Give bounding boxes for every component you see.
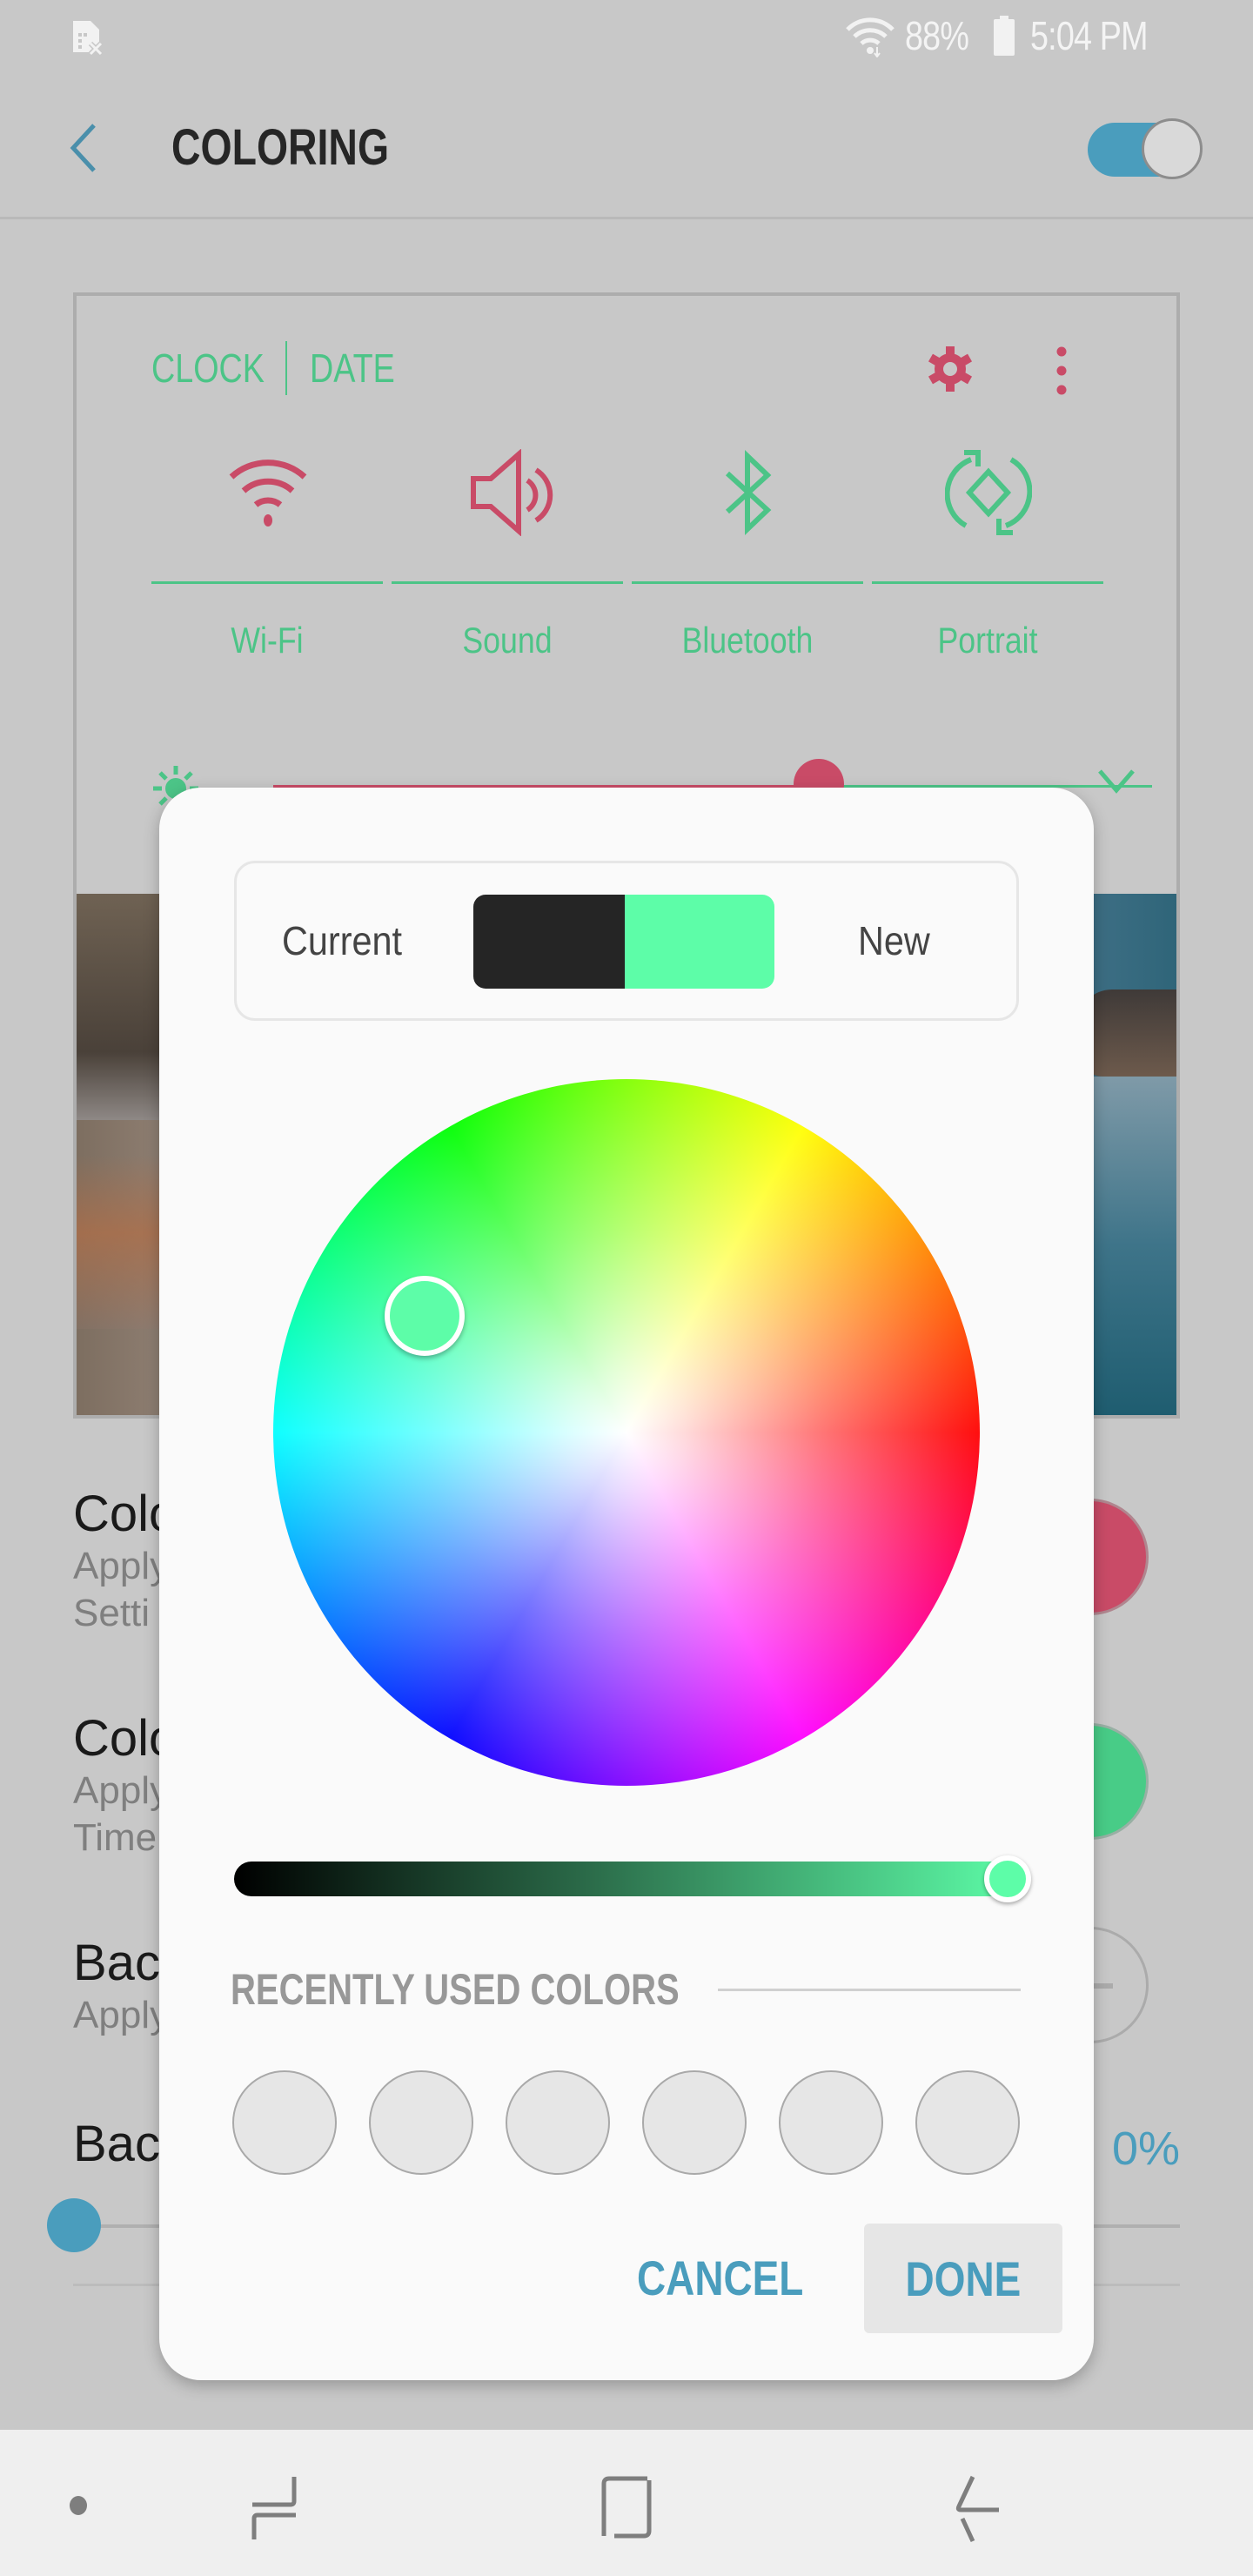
back-arrow-icon[interactable]	[64, 120, 99, 176]
tab-separator	[285, 341, 287, 395]
header-divider	[0, 217, 1253, 219]
quick-tile-label: Bluetooth	[681, 620, 814, 661]
recent-color-swatch[interactable]	[506, 2070, 610, 2175]
rotate-icon	[945, 450, 1032, 535]
battery-icon	[994, 16, 1015, 56]
quick-tile-label: Wi-Fi	[231, 620, 304, 661]
current-color-swatch	[473, 895, 625, 989]
recent-color-swatch[interactable]	[369, 2070, 473, 2175]
new-label: New	[858, 918, 930, 963]
dot-icon[interactable]	[70, 2496, 87, 2515]
page-title: COLORING	[171, 119, 390, 176]
wifi-icon	[846, 17, 895, 57]
new-color-swatch	[625, 895, 774, 989]
tile-underline	[392, 581, 623, 584]
recent-color-swatch[interactable]	[779, 2070, 883, 2175]
quick-tile-portrait: Portrait	[872, 450, 1103, 679]
navigation-bar	[0, 2430, 1253, 2576]
recent-colors-divider	[718, 1989, 1021, 1991]
preview-tab-clock: CLOCK	[151, 345, 265, 391]
quick-tile-bluetooth: Bluetooth	[632, 449, 863, 679]
expand-icon	[1098, 769, 1135, 794]
color-wheel[interactable]	[273, 1079, 980, 1786]
toggle-thumb	[1142, 118, 1203, 179]
wifi-icon	[229, 460, 307, 527]
back-icon[interactable]	[950, 2473, 1002, 2543]
quick-tile-sound: Sound	[392, 449, 623, 679]
battery-percent: 88%	[905, 13, 969, 58]
current-label: Current	[282, 918, 403, 963]
home-icon[interactable]	[600, 2475, 653, 2539]
tile-underline	[872, 581, 1103, 584]
done-button-label: DONE	[905, 2251, 1022, 2306]
status-bar: 88% 5:04 PM	[0, 0, 1253, 75]
recent-color-swatch[interactable]	[232, 2070, 337, 2175]
quick-tile-label: Sound	[462, 620, 553, 661]
speaker-icon	[471, 449, 553, 536]
cancel-button-label: CANCEL	[637, 2250, 804, 2305]
quick-tile-wifi: Wi-Fi	[151, 453, 383, 679]
app-header: COLORING	[0, 75, 1253, 218]
recent-colors-label: RECENTLY USED COLORS	[231, 1965, 680, 2014]
color-compare-box: Current New	[234, 861, 1019, 1021]
transparency-value: 0%	[1111, 2123, 1180, 2175]
recent-color-swatch[interactable]	[642, 2070, 747, 2175]
brightness-slider-thumb[interactable]	[984, 1855, 1031, 1902]
color-picker-dialog: Current New RECENTLY USED COLORS CANCEL …	[159, 788, 1094, 2380]
tile-underline	[151, 581, 383, 584]
done-button[interactable]: DONE	[864, 2224, 1062, 2333]
transparency-slider-thumb[interactable]	[47, 2198, 101, 2252]
clock-time: 5:04 PM	[1030, 13, 1149, 58]
quick-tile-label: Portrait	[937, 620, 1038, 661]
more-vert-icon	[1056, 346, 1067, 395]
master-toggle[interactable]	[1088, 118, 1204, 181]
gear-icon	[928, 346, 973, 392]
bluetooth-icon	[725, 449, 772, 536]
recent-color-swatch[interactable]	[915, 2070, 1020, 2175]
cancel-button[interactable]: CANCEL	[612, 2224, 829, 2331]
tile-underline	[632, 581, 863, 584]
recents-icon[interactable]	[249, 2473, 303, 2543]
preview-tab-date: DATE	[310, 345, 395, 391]
brightness-slider[interactable]	[234, 1855, 1031, 1902]
color-wheel-selector[interactable]	[384, 1276, 465, 1357]
no-sim-icon	[73, 21, 104, 56]
